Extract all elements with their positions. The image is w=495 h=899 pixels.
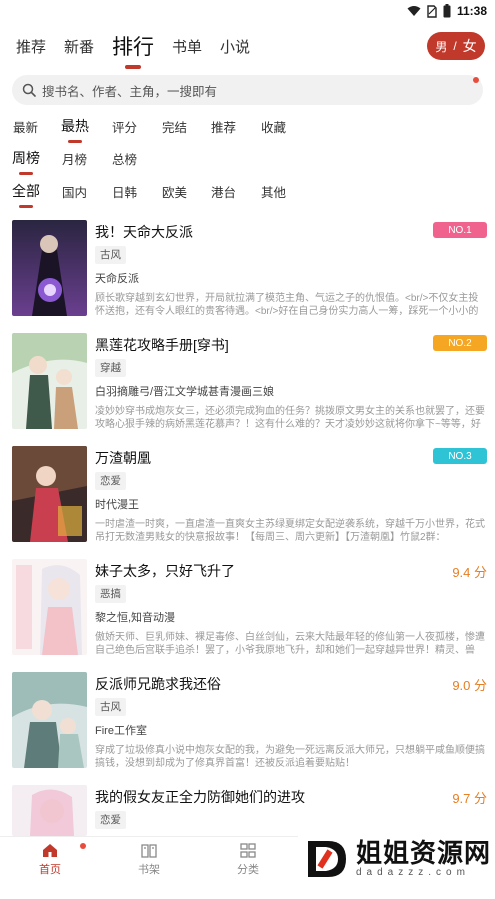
list-item[interactable]: 黑莲花攻略手册[穿书] NO.2 穿越 白羽摘雕弓/晋江文学城甚青漫画三娘 凌妙… <box>0 333 495 447</box>
filter-completed[interactable]: 完结 <box>162 117 187 136</box>
nav-home-label: 首页 <box>39 864 61 876</box>
filter-rating[interactable]: 评分 <box>112 117 137 136</box>
book-author: 白羽摘雕弓/晋江文学城甚青漫画三娘 <box>95 386 275 398</box>
nav-category-label: 分类 <box>237 864 259 876</box>
home-icon <box>43 844 57 857</box>
genre-tag: 恋爱 <box>95 472 126 490</box>
rank-badge: NO.2 <box>433 335 487 351</box>
filter-region-western[interactable]: 欧美 <box>162 182 187 201</box>
wifi-icon <box>407 6 421 16</box>
list-item[interactable]: 反派师兄跪求我还俗 9.0 分 古风 Fire工作室 穿成了垃圾修真小说中炮灰女… <box>0 672 495 786</box>
nav-category[interactable]: 分类 <box>228 843 268 877</box>
filter-latest[interactable]: 最新 <box>13 117 38 136</box>
top-tab-bar: 推荐 新番 排行 书单 小说 <box>0 28 495 69</box>
filter-hottest[interactable]: 最热 <box>61 116 89 143</box>
gender-female[interactable]: 女 <box>463 36 477 56</box>
list-item[interactable]: 万渣朝凰 NO.3 恋爱 时代漫王 一时虐渣一时爽，一直虐渣一直爽女主苏绿夏绑定… <box>0 446 495 560</box>
status-bar: 11:38 <box>0 0 495 22</box>
sim-icon <box>427 4 437 18</box>
genre-tag: 古风 <box>95 698 126 716</box>
book-title[interactable]: 反派师兄跪求我还俗 <box>95 674 221 694</box>
sort-filter-row: 最新 最热 评分 完结 推荐 收藏 <box>0 114 495 143</box>
filter-region-other[interactable]: 其他 <box>261 182 286 201</box>
watermark-url: dadazzz.com <box>356 866 470 878</box>
filter-all-time[interactable]: 总榜 <box>112 149 137 168</box>
book-description: 傲娇天师、巨乳师妹、裸足毒修、白丝剑仙，云来大陆最年轻的修仙第一人夜孤楼，惨遭自… <box>95 632 485 656</box>
book-author: 黎之恒,知音动漫 <box>95 612 176 624</box>
filter-favorites[interactable]: 收藏 <box>261 117 286 136</box>
book-title[interactable]: 妹子太多，只好飞升了 <box>95 561 235 581</box>
search-input[interactable]: 搜书名、作者、主角，一搜即有 <box>12 75 483 105</box>
book-score: 9.7 分 <box>452 791 487 806</box>
genre-tag: 恋爱 <box>95 811 126 829</box>
filter-region-hk-tw[interactable]: 港台 <box>211 182 236 201</box>
watermark-title: 姐姐资源网 <box>356 837 492 868</box>
nav-bookshelf[interactable]: 书架 <box>129 843 169 877</box>
book-title[interactable]: 万渣朝凰 <box>95 448 151 468</box>
book-cover[interactable] <box>12 446 87 542</box>
rank-badge: NO.3 <box>433 448 487 464</box>
book-score: 9.4 分 <box>452 565 487 580</box>
watermark-logo-icon <box>308 840 346 877</box>
search-icon <box>22 83 36 97</box>
period-filter-row: 周榜 月榜 总榜 <box>0 146 495 175</box>
filter-region-domestic[interactable]: 国内 <box>62 182 87 201</box>
book-score: 9.0 分 <box>452 678 487 693</box>
book-title[interactable]: 黑莲花攻略手册[穿书] <box>95 335 229 355</box>
book-cover[interactable] <box>12 672 87 768</box>
search-placeholder: 搜书名、作者、主角，一搜即有 <box>42 84 218 99</box>
tab-new-series[interactable]: 新番 <box>64 36 94 57</box>
book-description: 凌妙妙穿书成炮灰女三，还必须完成狗血的任务？挑拨原文男女主的关系也就罢了，还要攻… <box>95 406 485 430</box>
gender-toggle[interactable]: 男 / 女 <box>427 32 485 60</box>
book-author: Fire工作室 <box>95 725 147 737</box>
book-cover[interactable] <box>12 220 87 316</box>
book-cover[interactable] <box>12 333 87 429</box>
book-author: 时代漫王 <box>95 499 139 511</box>
list-item[interactable]: 我！天命大反派 NO.1 古风 天命反派 顾长歌穿越到玄幻世界，开局就拉满了模范… <box>0 220 495 334</box>
nav-bookshelf-label: 书架 <box>138 864 160 876</box>
filter-monthly[interactable]: 月榜 <box>62 149 87 168</box>
filter-recommended[interactable]: 推荐 <box>211 117 236 136</box>
book-cover[interactable] <box>12 559 87 655</box>
status-time: 11:38 <box>456 4 487 18</box>
notification-dot <box>473 77 479 83</box>
grid-icon <box>240 843 256 858</box>
rank-badge: NO.1 <box>433 222 487 238</box>
genre-tag: 恶搞 <box>95 585 126 603</box>
bookshelf-icon <box>141 844 157 858</box>
genre-tag: 古风 <box>95 246 126 264</box>
tab-novel[interactable]: 小说 <box>220 36 250 57</box>
filter-region-japan-korea[interactable]: 日韩 <box>112 182 137 201</box>
watermark: 姐姐资源网 dadazzz.com <box>298 836 495 881</box>
book-title[interactable]: 我！天命大反派 <box>95 222 193 242</box>
tab-recommend[interactable]: 推荐 <box>16 36 46 57</box>
list-item[interactable]: 妹子太多，只好飞升了 9.4 分 恶搞 黎之恒,知音动漫 傲娇天师、巨乳师妹、裸… <box>0 559 495 673</box>
battery-icon <box>443 4 451 18</box>
region-filter-row: 全部 国内 日韩 欧美 港台 其他 <box>0 179 495 208</box>
book-description: 穿成了垃圾修真小说中炮灰女配的我，为避免一死远离反派大师兄，只想躺平咸鱼顺便搞搞… <box>95 745 485 769</box>
tab-booklist[interactable]: 书单 <box>172 36 202 57</box>
tab-ranking[interactable]: 排行 <box>112 31 154 69</box>
gender-male[interactable]: 男 <box>435 38 447 55</box>
home-badge-dot <box>80 843 86 849</box>
filter-weekly[interactable]: 周榜 <box>12 148 40 175</box>
filter-region-all[interactable]: 全部 <box>12 181 40 208</box>
book-description: 一时虐渣一时爽，一直虐渣一直爽女主苏绿夏绑定女配逆袭系统，穿越千万小世界，花式吊… <box>95 519 485 543</box>
book-description: 顾长歌穿越到玄幻世界，开局就拉满了模范主角、气运之子的仇恨值。<br/>不仅女主… <box>95 293 479 317</box>
nav-home[interactable]: 首页 <box>30 843 70 877</box>
book-title[interactable]: 我的假女友正全力防御她们的进攻 <box>95 787 305 807</box>
genre-tag: 穿越 <box>95 359 126 377</box>
book-cover[interactable] <box>12 785 87 836</box>
book-author: 天命反派 <box>95 273 139 285</box>
gender-separator: / <box>453 39 457 53</box>
